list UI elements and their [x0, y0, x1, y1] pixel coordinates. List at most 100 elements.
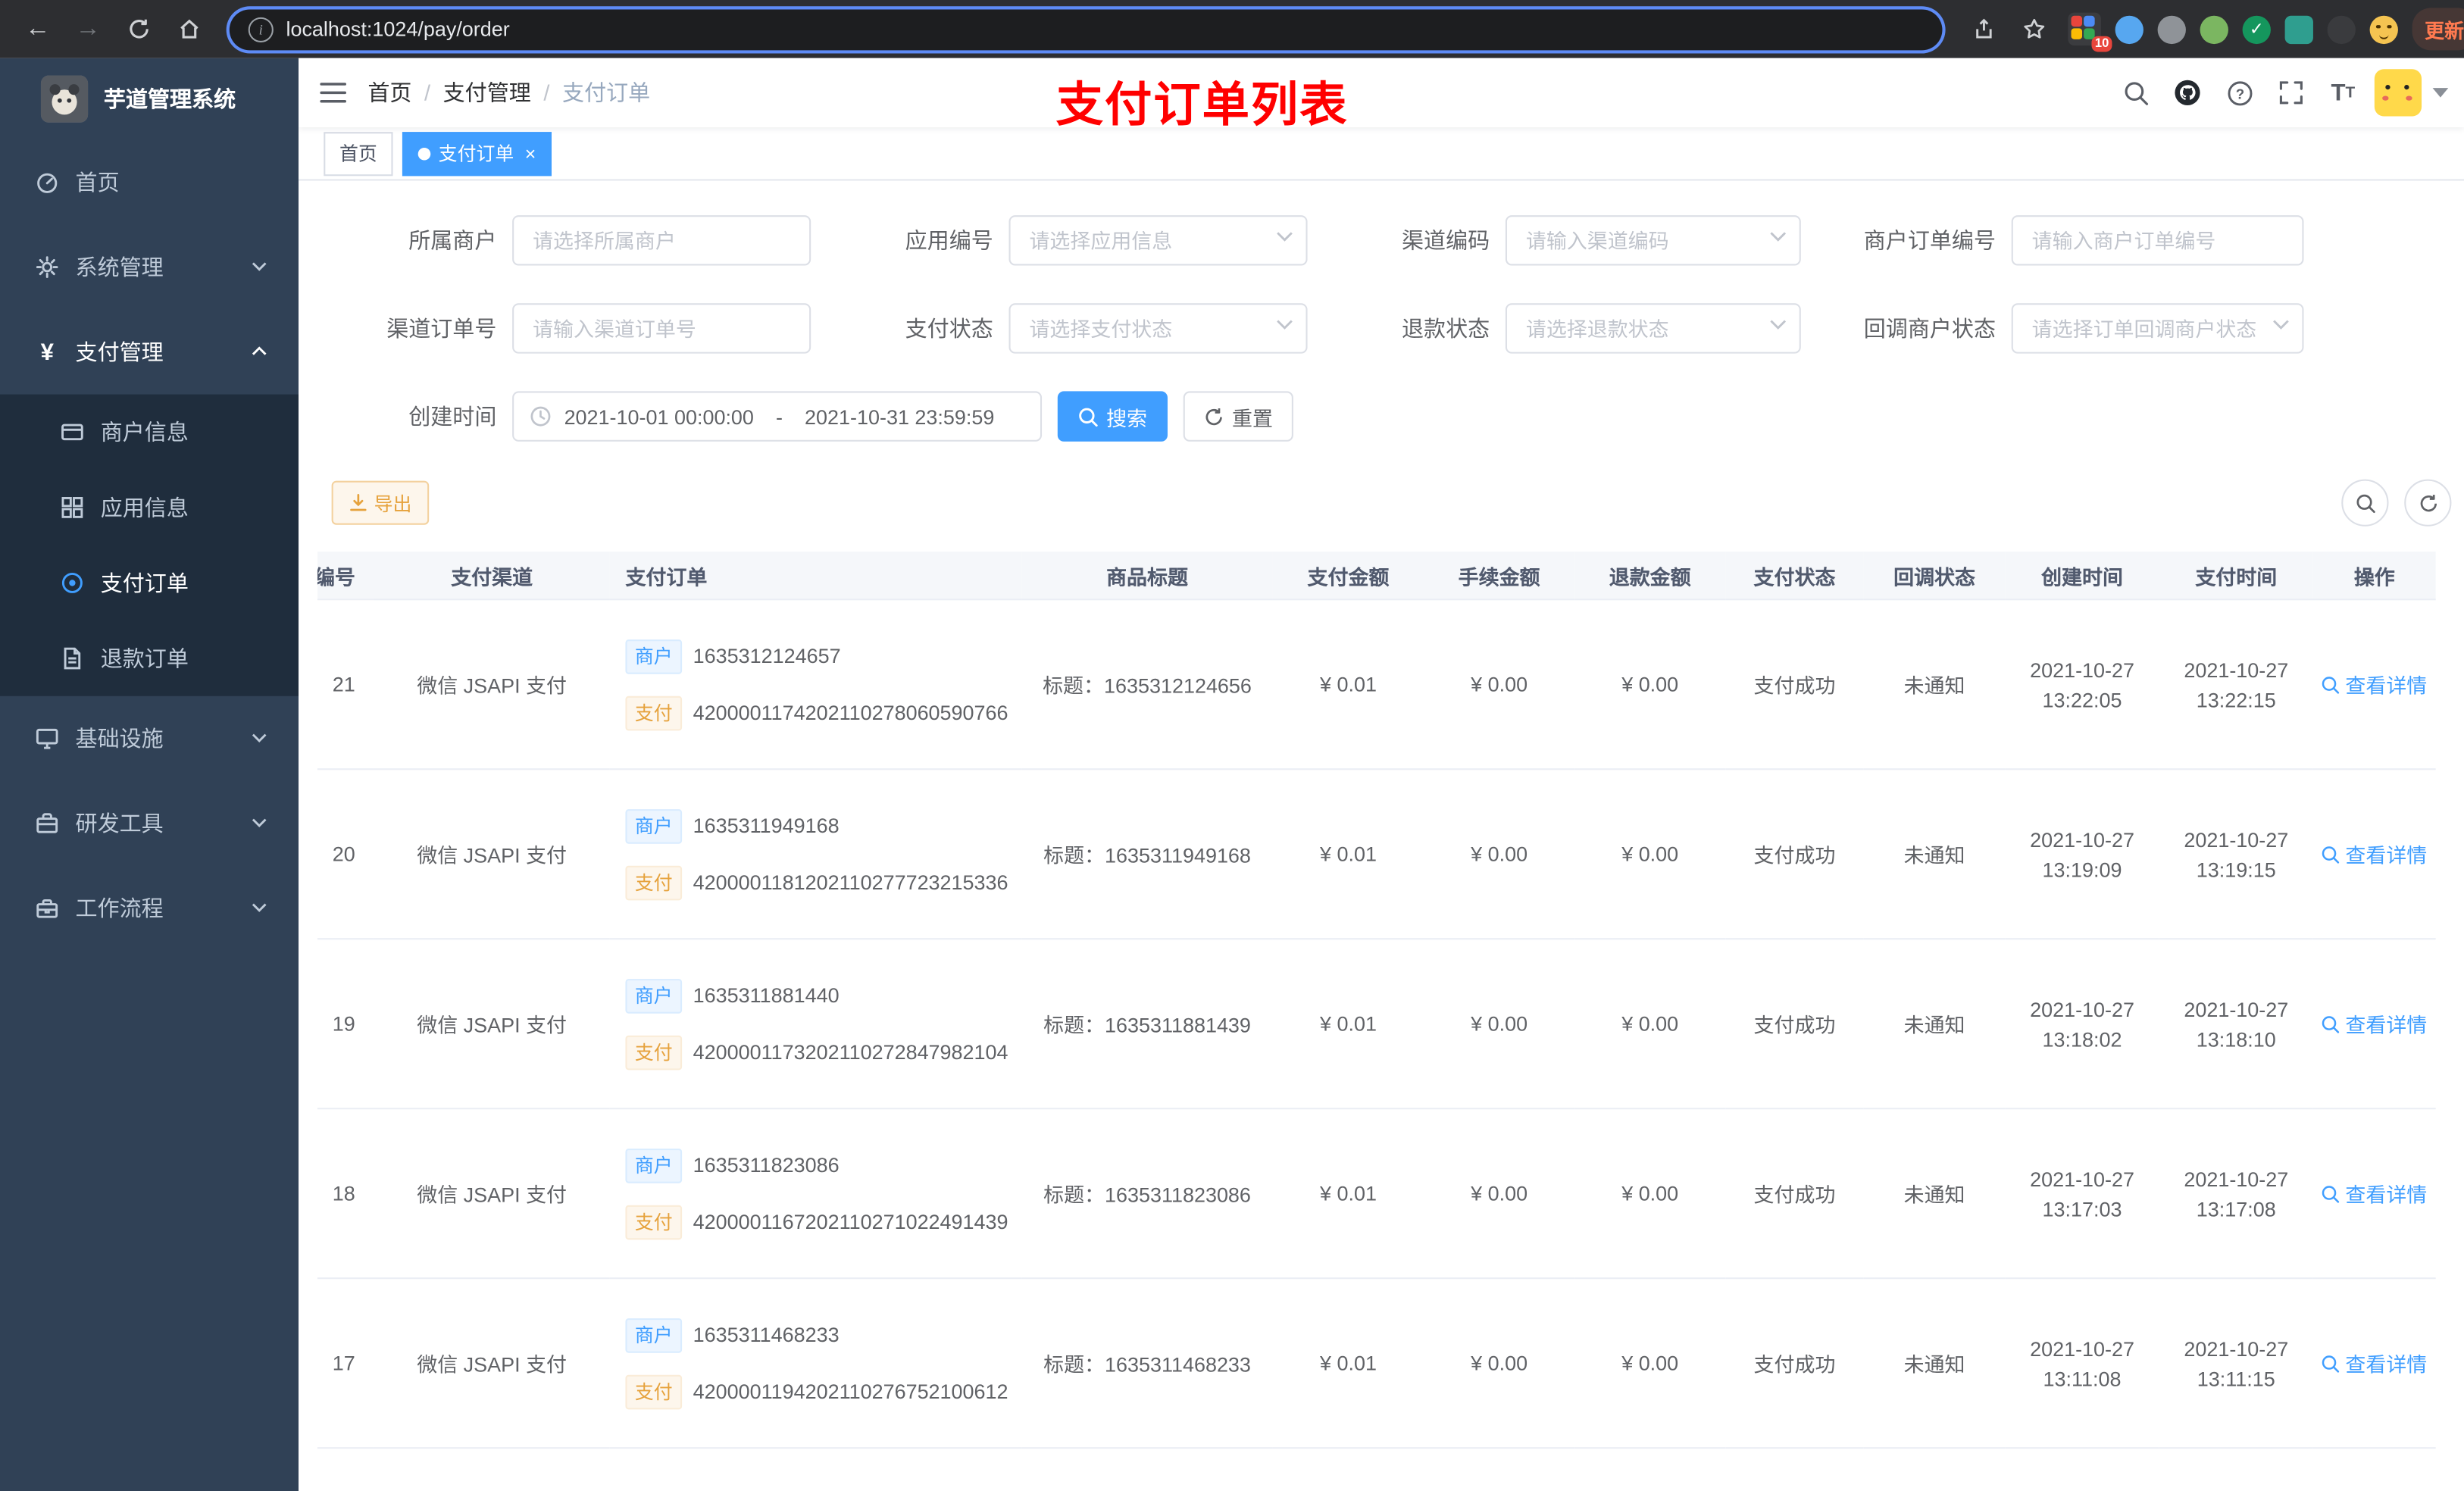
sidebar-item-refund-order[interactable]: 退款订单 — [0, 620, 299, 696]
sidebar-item-workflow[interactable]: 工作流程 — [0, 866, 299, 951]
avatar-caret-icon[interactable] — [2432, 88, 2449, 98]
merchant-order-no-input[interactable] — [2011, 215, 2304, 266]
merchant-tag: 商户 — [625, 1148, 683, 1183]
filter-label-refund-status: 退款状态 — [1402, 315, 1490, 342]
logo-image — [40, 75, 89, 123]
col-status: 支付状态 — [1725, 551, 1864, 601]
merchant-order-line: 商户 1635311881440 — [625, 978, 1021, 1013]
pay-order-line: 支付 4200001194202110276752100612 — [625, 1374, 1021, 1409]
refund-status-select[interactable] — [1505, 303, 1801, 354]
github-icon[interactable] — [2167, 69, 2208, 116]
filter-label-app: 应用编号 — [905, 227, 993, 253]
search-button[interactable]: 搜索 — [1057, 391, 1168, 442]
sidebar-item-app-info[interactable]: 应用信息 — [0, 470, 299, 545]
browser-back-icon[interactable]: ← — [16, 7, 60, 51]
browser-forward-icon[interactable]: → — [66, 7, 110, 51]
filter-form: 所属商户 应用编号 渠道编码 — [299, 181, 2464, 442]
browser-update-button[interactable]: 更新 — [2412, 8, 2464, 51]
extension-chat-icon[interactable] — [2284, 14, 2313, 44]
view-detail-link[interactable]: 查看详情 — [2322, 1348, 2427, 1377]
filter-label-merchant: 所属商户 — [408, 227, 497, 253]
app-select[interactable] — [1008, 215, 1308, 266]
tab-home[interactable]: 首页 — [324, 131, 393, 176]
sidebar-item-pay-order[interactable]: 支付订单 — [0, 545, 299, 621]
filter-label-pay-status: 支付状态 — [905, 315, 993, 342]
orders-table: 编号 支付渠道 支付订单 商品标题 支付金额 手续金额 退款金额 支付状态 回调… — [317, 551, 2464, 1491]
chevron-down-icon — [252, 261, 267, 272]
browser-home-icon[interactable] — [167, 7, 211, 51]
svg-text:?: ? — [2235, 86, 2244, 102]
help-icon[interactable]: ? — [2219, 69, 2259, 116]
date-range-picker[interactable]: 2021-10-01 00:00:00 - 2021-10-31 23:59:5… — [512, 391, 1043, 442]
main-area: 首页 / 支付管理 / 支付订单 支付订单列表 ? T T 首页 支付订单 × … — [299, 58, 2464, 1491]
site-info-icon[interactable]: i — [248, 16, 274, 42]
sidebar-item-infra[interactable]: 基础设施 — [0, 696, 299, 781]
active-dot — [417, 146, 431, 160]
font-size-icon[interactable]: TT — [2322, 69, 2363, 116]
table-row: 18 微信 JSAPI 支付 商户 1635311823086 支付 42000… — [317, 1108, 2436, 1280]
sidebar-item-pay[interactable]: ¥ 支付管理 — [0, 310, 299, 395]
pay-tag: 支付 — [625, 1204, 683, 1239]
tags-view: 首页 支付订单 × — [299, 127, 2464, 181]
extension-badge: 10 — [2091, 36, 2112, 52]
view-detail-link[interactable]: 查看详情 — [2322, 839, 2427, 869]
col-action: 操作 — [2312, 551, 2436, 601]
workflow-icon — [35, 896, 60, 921]
share-icon[interactable] — [1961, 7, 2005, 51]
extension-green-icon[interactable] — [2200, 14, 2228, 44]
merchant-input[interactable] — [512, 215, 811, 266]
notify-status-select[interactable] — [2011, 303, 2304, 354]
extension-check-icon[interactable]: ✓ — [2242, 14, 2271, 44]
breadcrumb-pay[interactable]: 支付管理 — [443, 77, 531, 108]
user-avatar[interactable] — [2374, 69, 2422, 117]
reset-button[interactable]: 重置 — [1183, 391, 1293, 442]
channel-code-input[interactable] — [1505, 215, 1801, 266]
merchant-select[interactable] — [512, 215, 811, 266]
pay-order-line: 支付 4200001173202110272847982104 — [625, 1034, 1021, 1070]
merchant-order-no-field[interactable] — [2011, 215, 2304, 266]
table-row: 21 微信 JSAPI 支付 商户 1635312124657 支付 42000… — [317, 599, 2436, 771]
profile-avatar-icon[interactable] — [2369, 14, 2398, 44]
merchant-tag: 商户 — [625, 1318, 683, 1352]
view-detail-link[interactable]: 查看详情 — [2322, 1178, 2427, 1208]
search-icon[interactable] — [2115, 69, 2156, 116]
channel-order-no-field[interactable] — [512, 303, 811, 354]
breadcrumb: 首页 / 支付管理 / 支付订单 — [367, 77, 650, 108]
app-input[interactable] — [1008, 215, 1308, 266]
view-detail-link[interactable]: 查看详情 — [2322, 1009, 2427, 1039]
table-row: 商户 163531145786 — [317, 1448, 2436, 1491]
pay-status-select[interactable] — [1008, 303, 1308, 354]
sidebar-item-home[interactable]: 首页 — [0, 140, 299, 225]
screen: ← → i localhost:1024/pay/order 10 ✓ 更新 芋… — [0, 0, 2464, 1491]
view-detail-link[interactable]: 查看详情 — [2322, 670, 2427, 699]
sidebar-item-merchant-info[interactable]: 商户信息 — [0, 395, 299, 470]
notify-status-input[interactable] — [2011, 303, 2304, 354]
fullscreen-icon[interactable] — [2271, 69, 2312, 116]
extension-pin-icon[interactable] — [2327, 14, 2356, 44]
extension-drop-icon[interactable] — [2115, 14, 2143, 44]
hamburger-icon[interactable] — [299, 58, 367, 127]
bookmark-star-icon[interactable] — [2012, 7, 2056, 51]
tab-pay-order[interactable]: 支付订单 × — [402, 131, 552, 176]
address-bar[interactable]: i localhost:1024/pay/order — [229, 8, 1943, 50]
refresh-button[interactable] — [2404, 479, 2452, 527]
col-fee: 手续金额 — [1424, 551, 1575, 601]
channel-order-no-input[interactable] — [512, 303, 811, 354]
browser-reload-icon[interactable] — [116, 7, 160, 51]
tab-close-icon[interactable]: × — [525, 144, 536, 163]
dashboard-icon — [35, 170, 60, 195]
sidebar-item-dev-tools[interactable]: 研发工具 — [0, 781, 299, 866]
pay-status-input[interactable] — [1008, 303, 1308, 354]
browser-toolbar: ← → i localhost:1024/pay/order 10 ✓ 更新 — [0, 0, 2464, 58]
col-created: 创建时间 — [2005, 551, 2159, 601]
breadcrumb-home[interactable]: 首页 — [367, 77, 411, 108]
sidebar: 芋道管理系统 首页 系统管理 ¥ 支付管理 商户信息 应用信息 支付订单 退款订… — [0, 58, 299, 1491]
col-order: 支付订单 — [609, 551, 1022, 601]
sidebar-item-system[interactable]: 系统管理 — [0, 225, 299, 310]
toggle-search-button[interactable] — [2341, 479, 2389, 527]
channel-code-select[interactable] — [1505, 215, 1801, 266]
export-button[interactable]: 导出 — [331, 480, 430, 525]
extension-gray-icon[interactable] — [2157, 14, 2186, 44]
refund-status-input[interactable] — [1505, 303, 1801, 354]
extension-grid-icon[interactable]: 10 — [2068, 12, 2112, 52]
